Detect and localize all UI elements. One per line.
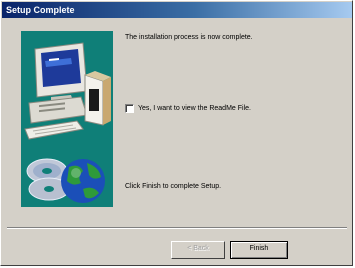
computer-icon	[24, 42, 111, 140]
finish-button[interactable]: Finish	[230, 241, 288, 259]
title-bar[interactable]: Setup Complete	[2, 2, 352, 18]
setup-banner	[21, 31, 113, 207]
readme-checkbox-row[interactable]: Yes, I want to view the ReadMe File.	[125, 103, 251, 113]
window-title: Setup Complete	[6, 5, 75, 15]
globe-icon	[61, 159, 105, 203]
installation-complete-message: The installation process is now complete…	[125, 34, 253, 41]
readme-checkbox[interactable]	[125, 103, 134, 113]
setup-illustration	[24, 42, 111, 203]
button-separator	[7, 227, 347, 229]
finish-instruction-text: Click Finish to complete Setup.	[125, 183, 222, 190]
readme-checkbox-label[interactable]: Yes, I want to view the ReadMe File.	[138, 105, 251, 112]
back-button[interactable]: < Back	[171, 241, 225, 259]
setup-complete-dialog: Setup Complete The installation process …	[0, 0, 353, 266]
